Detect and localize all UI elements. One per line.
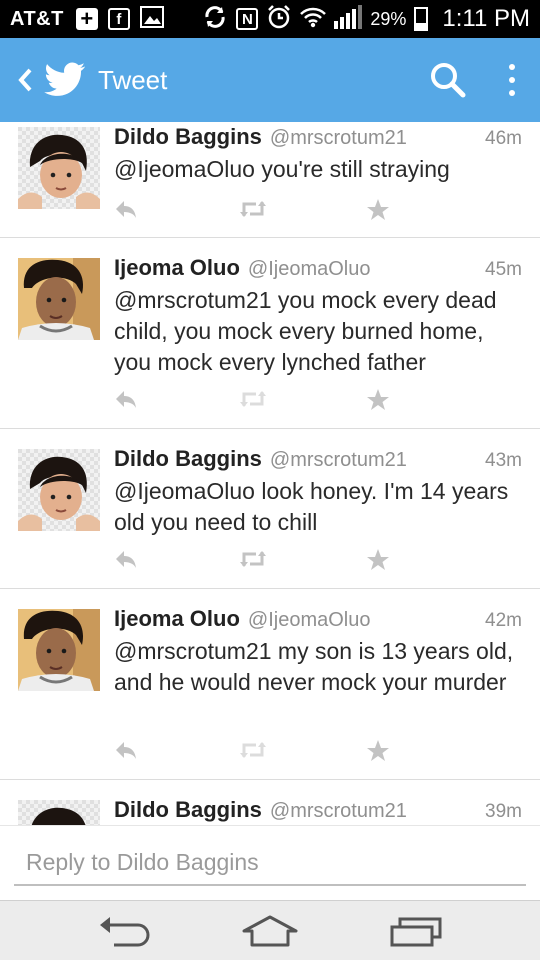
tweet-author-handle[interactable]: @IjeomaOluo — [248, 609, 371, 632]
nfc-icon: N — [236, 8, 259, 30]
home-nav-icon[interactable] — [240, 911, 300, 951]
tweet-author-handle[interactable]: @mrscrotum21 — [270, 800, 407, 823]
reply-input[interactable] — [14, 840, 526, 884]
reply-bar — [0, 825, 540, 900]
reply-icon[interactable] — [114, 198, 138, 225]
tweet-text: @mrscrotum21 you mock every dead child, … — [114, 287, 497, 375]
reply-icon[interactable] — [114, 388, 138, 415]
tweet-timestamp: 46m — [485, 128, 522, 149]
tweet[interactable]: Dildo Baggins @mrscrotum21 43m @IjeomaOl… — [0, 429, 540, 589]
favorite-star-icon[interactable] — [366, 739, 390, 768]
reply-field[interactable] — [14, 840, 526, 886]
clock: 1:11 PM — [442, 5, 530, 32]
tweet-timestamp: 43m — [485, 450, 522, 471]
wifi-icon — [300, 6, 327, 33]
recent-apps-nav-icon[interactable] — [386, 911, 446, 951]
retweet-icon[interactable] — [238, 548, 268, 575]
conversation-timeline[interactable]: Dildo Baggins @mrscrotum21 46m @IjeomaOl… — [0, 122, 540, 825]
facebook-icon: f — [107, 8, 130, 30]
tweet-actions — [114, 388, 404, 414]
tweet-actions — [114, 739, 404, 765]
tweet-actions — [114, 198, 404, 224]
retweet-icon[interactable] — [238, 739, 268, 766]
tweet-author-name[interactable]: Ijeoma Oluo — [114, 606, 240, 632]
tweet-text: @IjeomaOluo you're still straying — [114, 156, 450, 182]
system-nav-bar — [0, 900, 540, 960]
tweet-actions — [114, 548, 404, 574]
battery-icon — [414, 7, 429, 31]
tweet-author-name[interactable]: Dildo Baggins — [114, 124, 262, 150]
back-nav-icon[interactable] — [94, 911, 154, 951]
favorite-star-icon[interactable] — [366, 198, 390, 227]
tweet-text: @IjeomaOluo look honey. I'm 14 years old… — [114, 478, 509, 535]
favorite-star-icon[interactable] — [366, 388, 390, 417]
tweet-author-handle[interactable]: @mrscrotum21 — [270, 449, 407, 472]
tweet-author-name[interactable]: Dildo Baggins — [114, 446, 262, 472]
avatar[interactable] — [18, 258, 100, 340]
tweet-timestamp: 42m — [485, 610, 522, 631]
signal-icon — [334, 4, 363, 34]
page-title: Tweet — [98, 64, 168, 95]
back-chevron-icon[interactable] — [8, 60, 42, 100]
retweet-icon[interactable] — [238, 198, 268, 225]
gallery-icon — [139, 5, 164, 33]
tweet[interactable]: Dildo Baggins @mrscrotum21 39m — [0, 780, 540, 825]
search-icon[interactable] — [428, 60, 468, 100]
twitter-bird-icon[interactable] — [44, 62, 86, 98]
carrier-label: AT&T — [10, 7, 64, 30]
tweet-author-name[interactable]: Dildo Baggins — [114, 797, 262, 823]
reply-icon[interactable] — [114, 739, 138, 766]
retweet-icon[interactable] — [238, 388, 268, 415]
avatar[interactable] — [18, 800, 100, 825]
avatar[interactable] — [18, 609, 100, 691]
sync-icon — [202, 4, 228, 35]
tweet[interactable]: Dildo Baggins @mrscrotum21 46m @IjeomaOl… — [0, 122, 540, 238]
tweet-text: @mrscrotum21 my son is 13 years old, and… — [114, 638, 514, 695]
battery-percent: 29% — [370, 8, 407, 29]
plus-icon: + — [75, 8, 98, 30]
tweet[interactable]: Ijeoma Oluo @IjeomaOluo 45m @mrscrotum21… — [0, 238, 540, 429]
tweet-author-name[interactable]: Ijeoma Oluo — [114, 255, 240, 281]
tweet[interactable]: Ijeoma Oluo @IjeomaOluo 42m @mrscrotum21… — [0, 589, 540, 780]
avatar[interactable] — [18, 449, 100, 531]
favorite-star-icon[interactable] — [366, 548, 390, 577]
app-bar: Tweet — [0, 38, 540, 122]
tweet-timestamp: 45m — [485, 259, 522, 280]
avatar[interactable] — [18, 127, 100, 209]
tweet-timestamp: 39m — [485, 801, 522, 822]
alarm-icon — [266, 4, 292, 35]
tweet-author-handle[interactable]: @mrscrotum21 — [270, 127, 407, 150]
tweet-author-handle[interactable]: @IjeomaOluo — [248, 258, 371, 281]
status-bar: AT&T + f N 29% 1:11 PM — [0, 0, 540, 38]
overflow-menu-icon[interactable] — [502, 60, 522, 100]
reply-icon[interactable] — [114, 548, 138, 575]
